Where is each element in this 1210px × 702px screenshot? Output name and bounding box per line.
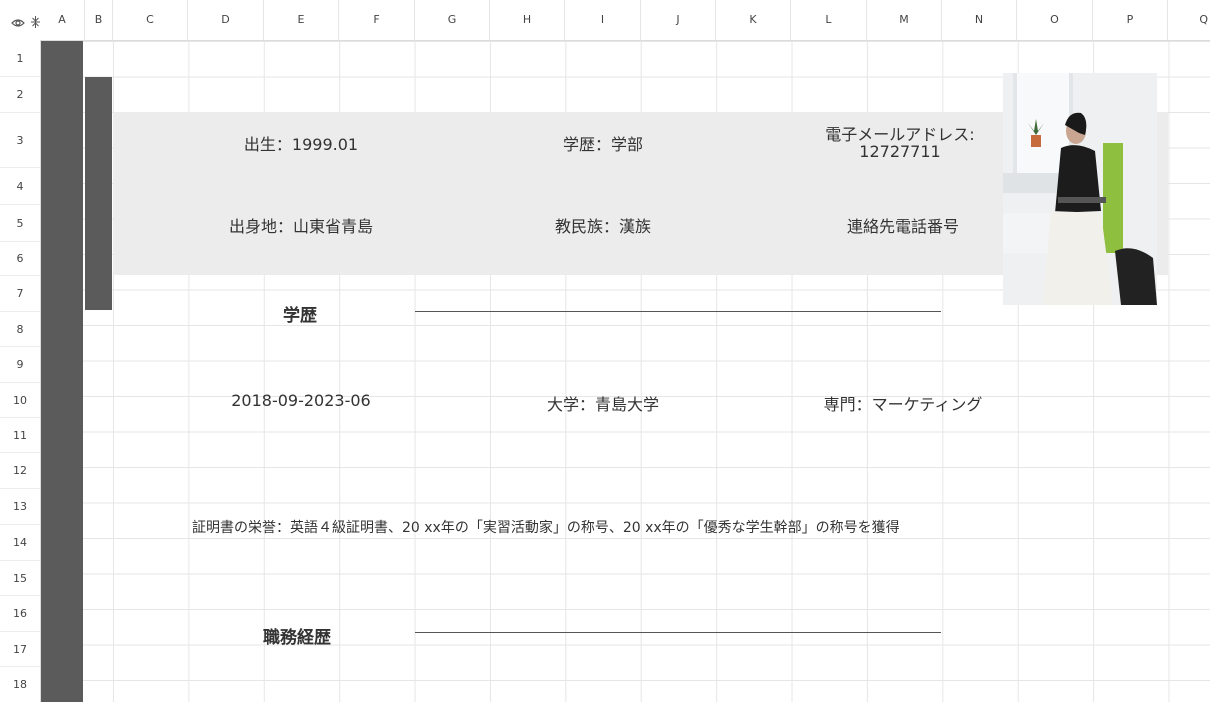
hometown-cell[interactable]: 出身地：山東省青島	[188, 213, 414, 237]
row-header-14[interactable]: 14	[0, 525, 40, 561]
row-header-7[interactable]: 7	[0, 276, 40, 312]
column-a-fill	[40, 40, 83, 702]
row-header-3[interactable]: 3	[0, 113, 40, 168]
education-period-cell[interactable]: 2018-09-2023-06	[188, 391, 414, 410]
certificates-cell[interactable]: 証明書の栄誉：英語４級証明書、20 xx年の「実習活動家」の称号、20 xx年の…	[192, 517, 900, 537]
row-header-17[interactable]: 17	[0, 632, 40, 667]
column-header-i[interactable]: I	[565, 0, 641, 40]
row-header-bar: 1 2 3 4 5 6 7 8 9 10 11 12 13 14 15 16 1…	[0, 40, 41, 702]
freeze-panes-icon[interactable]	[31, 13, 40, 32]
work-heading[interactable]: 職務経歴	[263, 623, 331, 648]
row-header-18[interactable]: 18	[0, 667, 40, 702]
column-header-f[interactable]: F	[339, 0, 415, 40]
column-header-o[interactable]: O	[1017, 0, 1093, 40]
row-header-5[interactable]: 5	[0, 205, 40, 242]
work-divider	[415, 632, 941, 633]
select-all-corner[interactable]	[0, 0, 40, 40]
row-header-11[interactable]: 11	[0, 418, 40, 453]
phone-label-cell[interactable]: 連絡先電話番号	[790, 213, 1016, 237]
row-header-6[interactable]: 6	[0, 242, 40, 276]
column-header-a[interactable]: A	[40, 0, 85, 40]
row-header-10[interactable]: 10	[0, 383, 40, 418]
ethnicity-cell[interactable]: 教民族：漢族	[490, 213, 716, 237]
column-header-b[interactable]: B	[85, 0, 113, 40]
column-header-c[interactable]: C	[113, 0, 188, 40]
column-header-m[interactable]: M	[867, 0, 942, 40]
row-header-1[interactable]: 1	[0, 40, 40, 77]
education-divider	[415, 311, 941, 312]
profile-photo[interactable]	[1003, 73, 1157, 305]
education-major-cell[interactable]: 専門：マーケティング	[790, 391, 1016, 415]
birth-cell[interactable]: 出生：1999.01	[188, 131, 414, 155]
education-heading[interactable]: 学歴	[283, 301, 317, 326]
row-header-16[interactable]: 16	[0, 596, 40, 632]
column-header-bar: A B C D E F G H I J K L M N O P Q	[0, 0, 1210, 41]
row-header-9[interactable]: 9	[0, 347, 40, 383]
row-header-13[interactable]: 13	[0, 489, 40, 525]
row-header-2[interactable]: 2	[0, 77, 40, 113]
profile-photo-image	[1003, 73, 1157, 305]
column-header-p[interactable]: P	[1093, 0, 1168, 40]
column-header-q[interactable]: Q	[1168, 0, 1210, 40]
column-header-e[interactable]: E	[264, 0, 339, 40]
column-header-d[interactable]: D	[188, 0, 264, 40]
eye-icon[interactable]	[11, 13, 25, 32]
row-header-8[interactable]: 8	[0, 312, 40, 347]
column-b-fill	[85, 77, 112, 310]
column-header-k[interactable]: K	[716, 0, 791, 40]
row-header-15[interactable]: 15	[0, 561, 40, 596]
column-header-n[interactable]: N	[942, 0, 1017, 40]
email-value-cell[interactable]: 12727711	[800, 142, 1000, 161]
education-university-cell[interactable]: 大学：青島大学	[490, 391, 716, 415]
education-level-cell[interactable]: 学歴：学部	[490, 131, 716, 155]
column-header-j[interactable]: J	[641, 0, 716, 40]
column-header-g[interactable]: G	[415, 0, 490, 40]
spreadsheet[interactable]: 出生：1999.01 学歴：学部 電子メールアドレス: 12727711 出身地…	[0, 0, 1210, 702]
row-header-4[interactable]: 4	[0, 168, 40, 205]
column-header-h[interactable]: H	[490, 0, 565, 40]
row-header-12[interactable]: 12	[0, 453, 40, 489]
column-header-l[interactable]: L	[791, 0, 867, 40]
